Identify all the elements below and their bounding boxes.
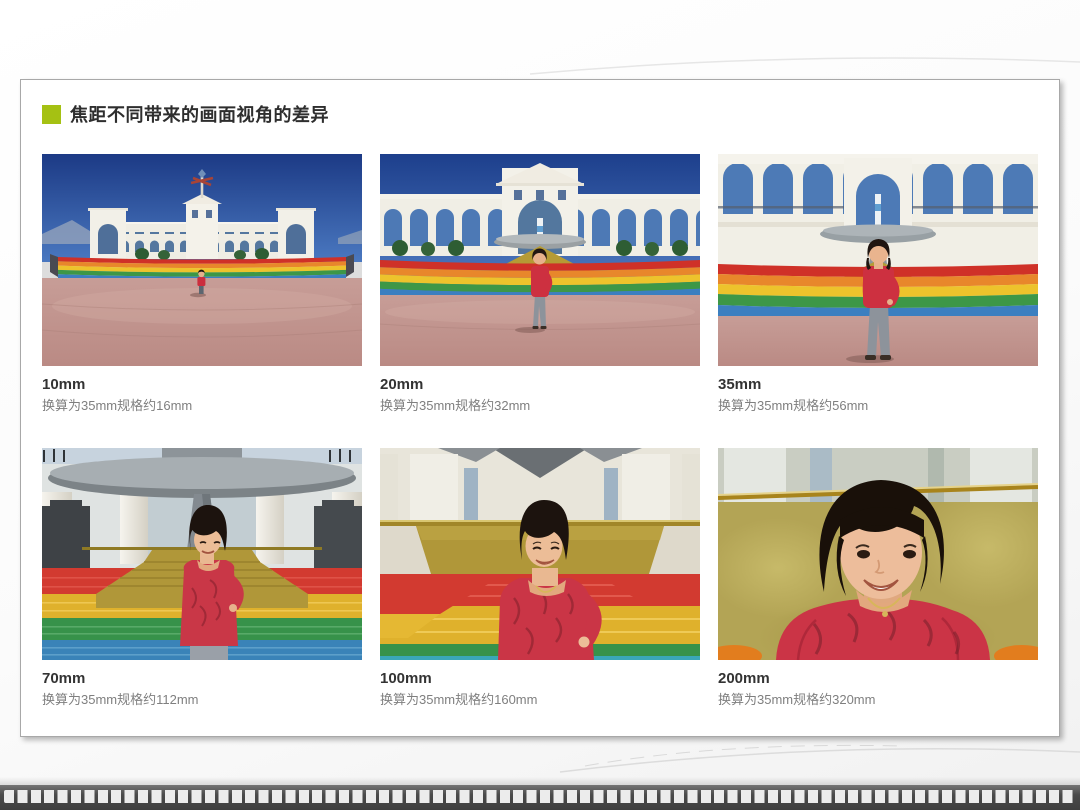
equivalent-focal-label: 换算为35mm规格约320mm xyxy=(718,691,1038,709)
photo-grid: 10mm 换算为35mm规格约16mm xyxy=(42,154,1038,709)
gallery-item-35mm: 35mm 换算为35mm规格约56mm xyxy=(718,154,1038,415)
slide-panel: 焦距不同带来的画面视角的差异 xyxy=(20,79,1060,737)
equivalent-focal-label: 换算为35mm规格约112mm xyxy=(42,691,362,709)
focal-length-label: 100mm xyxy=(380,669,700,689)
green-bullet-icon xyxy=(42,105,61,124)
gallery-item-10mm: 10mm 换算为35mm规格约16mm xyxy=(42,154,362,415)
gallery-item-20mm: 20mm 换算为35mm规格约32mm xyxy=(380,154,700,415)
equivalent-focal-label: 换算为35mm规格约56mm xyxy=(718,397,1038,415)
filmstrip-border xyxy=(0,785,1080,810)
photo-35mm-image xyxy=(718,154,1038,366)
equivalent-focal-label: 换算为35mm规格约16mm xyxy=(42,397,362,415)
gallery-item-70mm: 70mm 换算为35mm规格约112mm xyxy=(42,448,362,709)
photo-20mm-image xyxy=(380,154,700,366)
equivalent-focal-label: 换算为35mm规格约160mm xyxy=(380,691,700,709)
focal-length-label: 10mm xyxy=(42,375,362,395)
section-header: 焦距不同带来的画面视角的差异 xyxy=(42,101,1038,127)
photo-200mm-image xyxy=(718,448,1038,660)
gallery-item-100mm: 100mm 换算为35mm规格约160mm xyxy=(380,448,700,709)
photo-100mm-image xyxy=(380,448,700,660)
focal-length-label: 35mm xyxy=(718,375,1038,395)
focal-length-label: 20mm xyxy=(380,375,700,395)
page-title: 焦距不同带来的画面视角的差异 xyxy=(70,101,329,127)
focal-length-label: 200mm xyxy=(718,669,1038,689)
equivalent-focal-label: 换算为35mm规格约32mm xyxy=(380,397,700,415)
gallery-item-200mm: 200mm 换算为35mm规格约320mm xyxy=(718,448,1038,709)
photo-70mm-image xyxy=(42,448,362,660)
photo-10mm-image xyxy=(42,154,362,366)
focal-length-label: 70mm xyxy=(42,669,362,689)
